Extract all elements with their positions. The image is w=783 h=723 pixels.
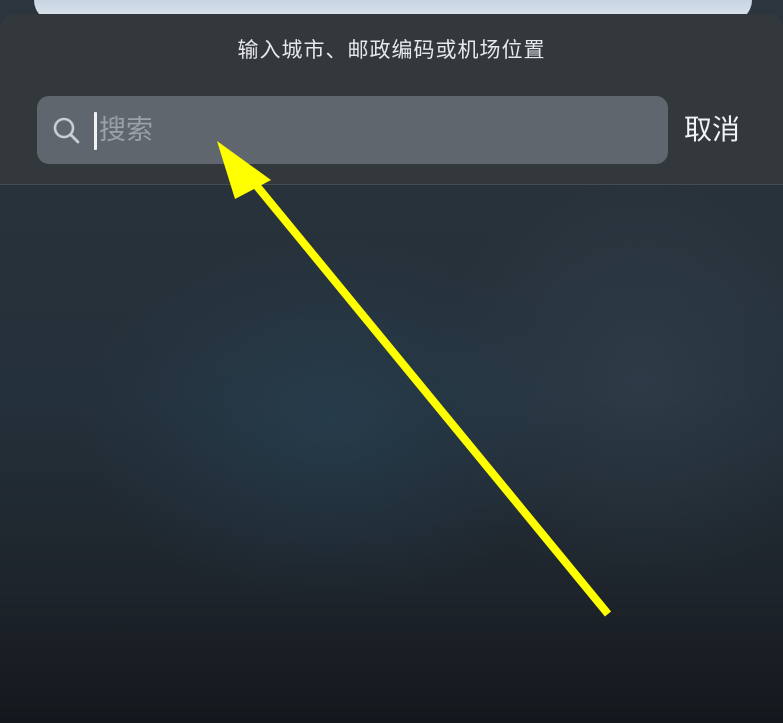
text-cursor (94, 112, 97, 150)
search-field[interactable] (37, 96, 668, 164)
search-input[interactable] (99, 104, 649, 156)
search-sheet: 输入城市、邮政编码或机场位置 取消 (0, 14, 783, 723)
search-header: 输入城市、邮政编码或机场位置 取消 (0, 14, 783, 185)
search-prompt-title: 输入城市、邮政编码或机场位置 (237, 38, 546, 62)
weather-search-screen: 输入城市、邮政编码或机场位置 取消 (0, 0, 783, 723)
cancel-button[interactable]: 取消 (684, 110, 740, 150)
search-icon (53, 117, 80, 144)
